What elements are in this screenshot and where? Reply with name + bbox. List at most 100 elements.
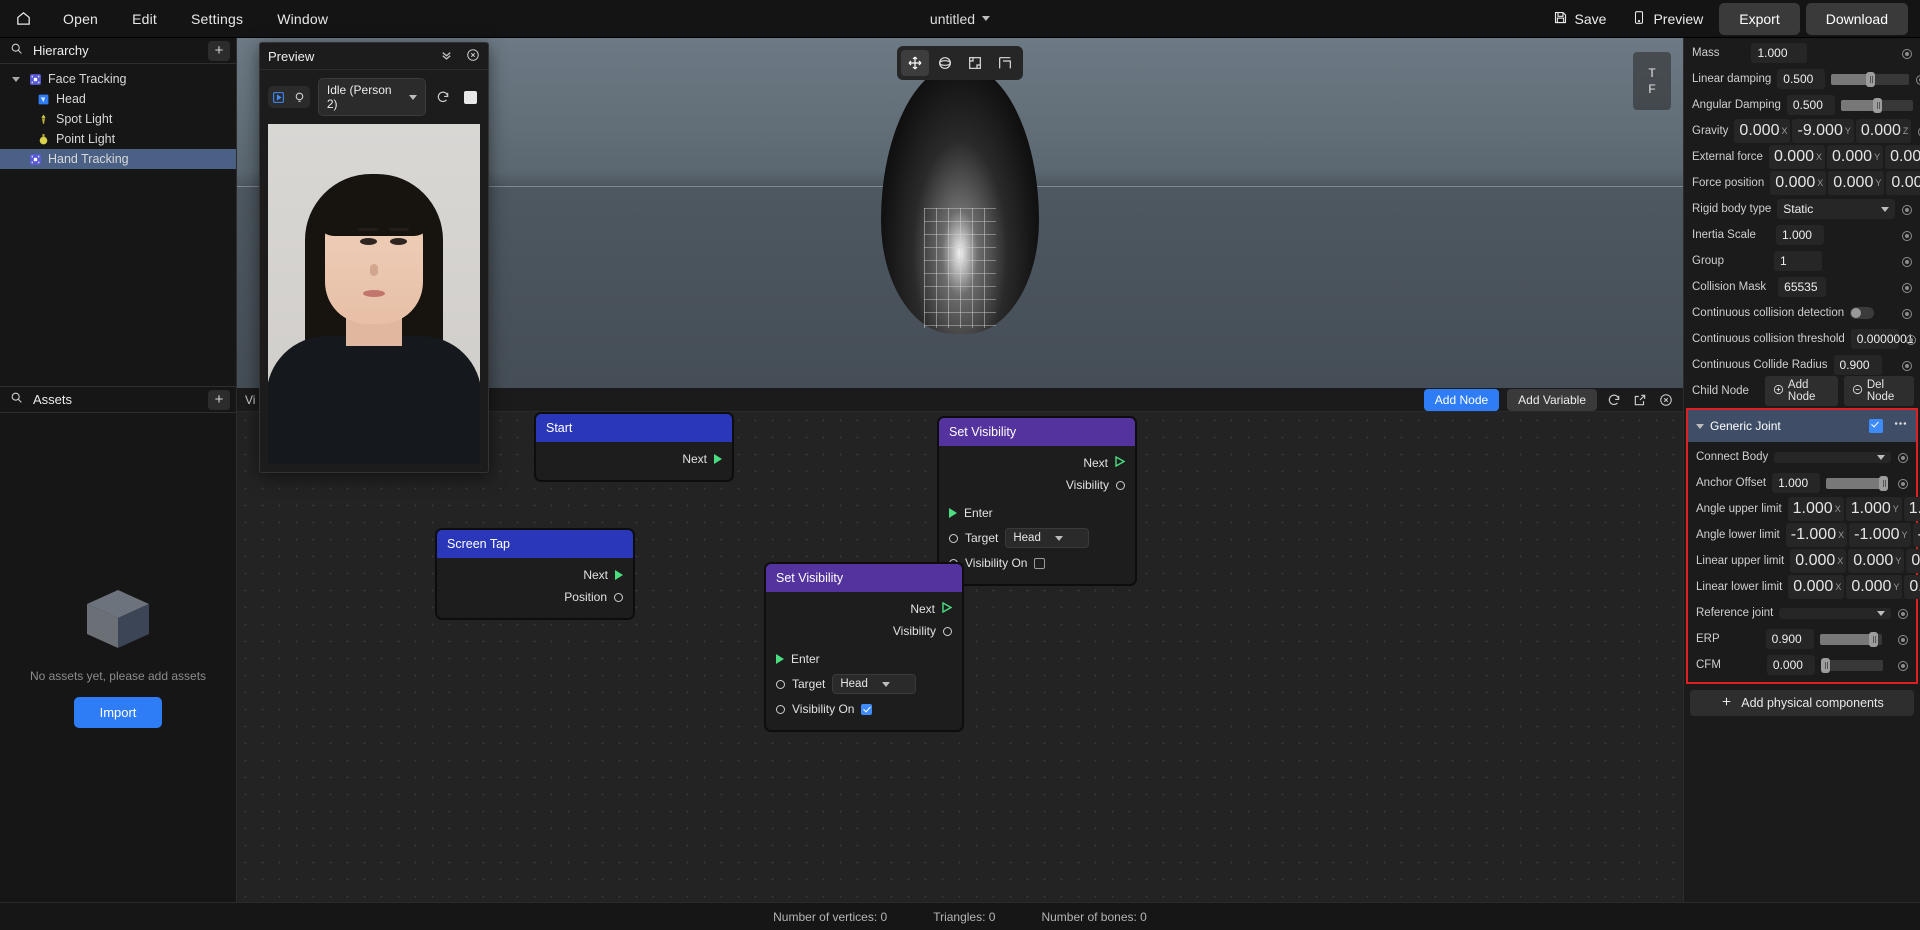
search-icon[interactable] [10,391,23,409]
home-icon[interactable] [0,10,46,27]
force-position-x[interactable]: 0.000 X [1770,171,1827,195]
add-node-button[interactable]: Add Node [1764,376,1838,406]
document-title[interactable]: untitled [930,11,991,27]
gravity-z[interactable]: 0.000 Z [1855,119,1912,143]
more-horizontal-icon[interactable] [1893,416,1908,436]
reference-joint-select[interactable] [1779,607,1891,619]
cfm-input[interactable]: 0.000 [1766,655,1815,675]
graph-canvas[interactable]: Start Next Screen Tap Next Position Set … [237,412,1683,902]
menu-window[interactable]: Window [260,7,345,31]
connect-body-select[interactable] [1774,451,1891,463]
angular-damping-slider[interactable] [1840,97,1913,113]
external-force-y[interactable]: 0.000 Y [1827,145,1884,169]
keyframe-icon[interactable] [1897,659,1910,672]
light-bulb-icon[interactable] [289,86,310,108]
node-output-visibility[interactable]: Visibility [939,474,1135,496]
keyframe-icon[interactable] [1915,73,1920,86]
assets-add-button[interactable]: + [208,389,230,410]
linear-upper-x[interactable]: 0.000 X [1790,549,1847,573]
rotate-tool[interactable] [931,50,959,76]
node-output-next[interactable]: Next [939,452,1135,474]
linear-lower-y[interactable]: 0.000 Y [1846,575,1903,599]
refresh-icon[interactable] [1605,391,1623,409]
preview-button[interactable]: Preview [1622,4,1713,34]
keyframe-icon[interactable] [1901,203,1914,216]
close-circle-icon[interactable] [466,48,480,65]
export-button[interactable]: Export [1719,2,1800,35]
preview-stage[interactable] [268,124,480,464]
generic-joint-enabled-checkbox[interactable] [1869,419,1883,433]
target-select[interactable]: Head [1005,528,1090,548]
menu-edit[interactable]: Edit [115,7,174,31]
linear-damping-slider[interactable] [1831,71,1910,87]
move-tool[interactable] [901,50,929,76]
keyframe-icon[interactable] [1901,281,1914,294]
angular-damping-input[interactable]: 0.500 [1786,95,1835,115]
node-input-visibility-on[interactable]: Visibility On [766,698,962,720]
hierarchy-add-button[interactable]: + [208,40,230,61]
external-force-x[interactable]: 0.000 X [1768,145,1826,169]
download-button[interactable]: Download [1805,2,1908,35]
linear-damping-input[interactable]: 0.500 [1777,69,1826,89]
graph-node-start[interactable]: Start Next [534,412,734,482]
node-output-visibility[interactable]: Visibility [766,620,962,642]
cfm-slider[interactable] [1820,657,1883,673]
del-node-button[interactable]: Del Node [1843,376,1914,406]
linear-upper-y[interactable]: 0.000 Y [1848,549,1905,573]
anchor-offset-input[interactable]: 1.000 [1772,473,1821,493]
angle-upper-y[interactable]: 1.000 Y [1845,497,1902,521]
tree-item-hand-tracking[interactable]: Hand Tracking [0,149,236,169]
chevron-down-icon[interactable] [1696,423,1704,429]
gravity-y[interactable]: -9.000 Y [1792,119,1854,143]
angle-lower-z[interactable]: -1.000Z [1912,523,1920,547]
keyframe-icon[interactable] [1901,359,1914,372]
erp-input[interactable]: 0.900 [1765,629,1814,649]
tree-item-spot-light[interactable]: Spot Light [0,109,236,129]
mass-input[interactable]: 1.000 [1751,43,1808,63]
menu-open[interactable]: Open [46,7,115,31]
import-button[interactable]: Import [73,696,163,728]
angle-lower-y[interactable]: -1.000 Y [1849,523,1911,547]
node-output-position[interactable]: Position [437,586,633,608]
add-physical-components-button[interactable]: Add physical components [1690,690,1914,716]
gravity-x[interactable]: 0.000 X [1734,119,1791,143]
inertia-scale-input[interactable]: 1.000 [1775,225,1824,245]
chevron-double-down-icon[interactable] [439,47,454,65]
tree-item-point-light[interactable]: Point Light [0,129,236,149]
linear-upper-z[interactable]: 0.000Z [1906,549,1920,573]
erp-slider[interactable] [1819,631,1882,647]
keyframe-icon[interactable] [1897,607,1910,620]
external-force-z[interactable]: 0.000Z [1885,145,1920,169]
anchor-offset-slider[interactable] [1826,475,1889,491]
play-box-icon[interactable] [268,86,289,108]
node-input-visibility-on[interactable]: Visibility On [939,552,1135,574]
angle-upper-z[interactable]: 1.000Z [1903,497,1920,521]
node-output-next[interactable]: Next [536,448,732,470]
keyframe-icon[interactable] [1901,307,1914,320]
linear-lower-z[interactable]: 0.000Z [1904,575,1920,599]
visibility-checkbox[interactable] [1034,557,1046,569]
node-input-enter[interactable]: Enter [766,648,962,670]
node-input-target[interactable]: Target Head [939,524,1135,552]
continuous-collide-radius-input[interactable]: 0.900 [1833,355,1882,375]
group-input[interactable]: 1 [1773,251,1822,271]
generic-joint-header[interactable]: Generic Joint [1688,410,1916,442]
expand-triangle-icon[interactable] [10,76,22,82]
node-output-next[interactable]: Next [766,598,962,620]
continuous-collision-threshold-input[interactable]: 0.0000001 [1850,329,1914,349]
force-position-z[interactable]: 0.000Z [1886,171,1920,195]
graph-node-set-visibility-1[interactable]: Set Visibility Next Visibility Enter Tar… [937,416,1137,586]
popout-icon[interactable] [1631,391,1649,409]
tree-item-face-tracking[interactable]: Face Tracking [0,69,236,89]
node-input-target[interactable]: Target Head [766,670,962,698]
keyframe-icon[interactable] [1897,451,1910,464]
node-input-enter[interactable]: Enter [939,502,1135,524]
keyframe-icon[interactable] [1901,47,1914,60]
angle-upper-x[interactable]: 1.000 X [1787,497,1844,521]
keyframe-icon[interactable] [1901,229,1914,242]
graph-node-screen-tap[interactable]: Screen Tap Next Position [435,528,635,620]
node-output-next[interactable]: Next [437,564,633,586]
angle-lower-x[interactable]: -1.000 X [1785,523,1848,547]
keyframe-icon[interactable] [1897,477,1910,490]
keyframe-icon[interactable] [1905,333,1918,346]
